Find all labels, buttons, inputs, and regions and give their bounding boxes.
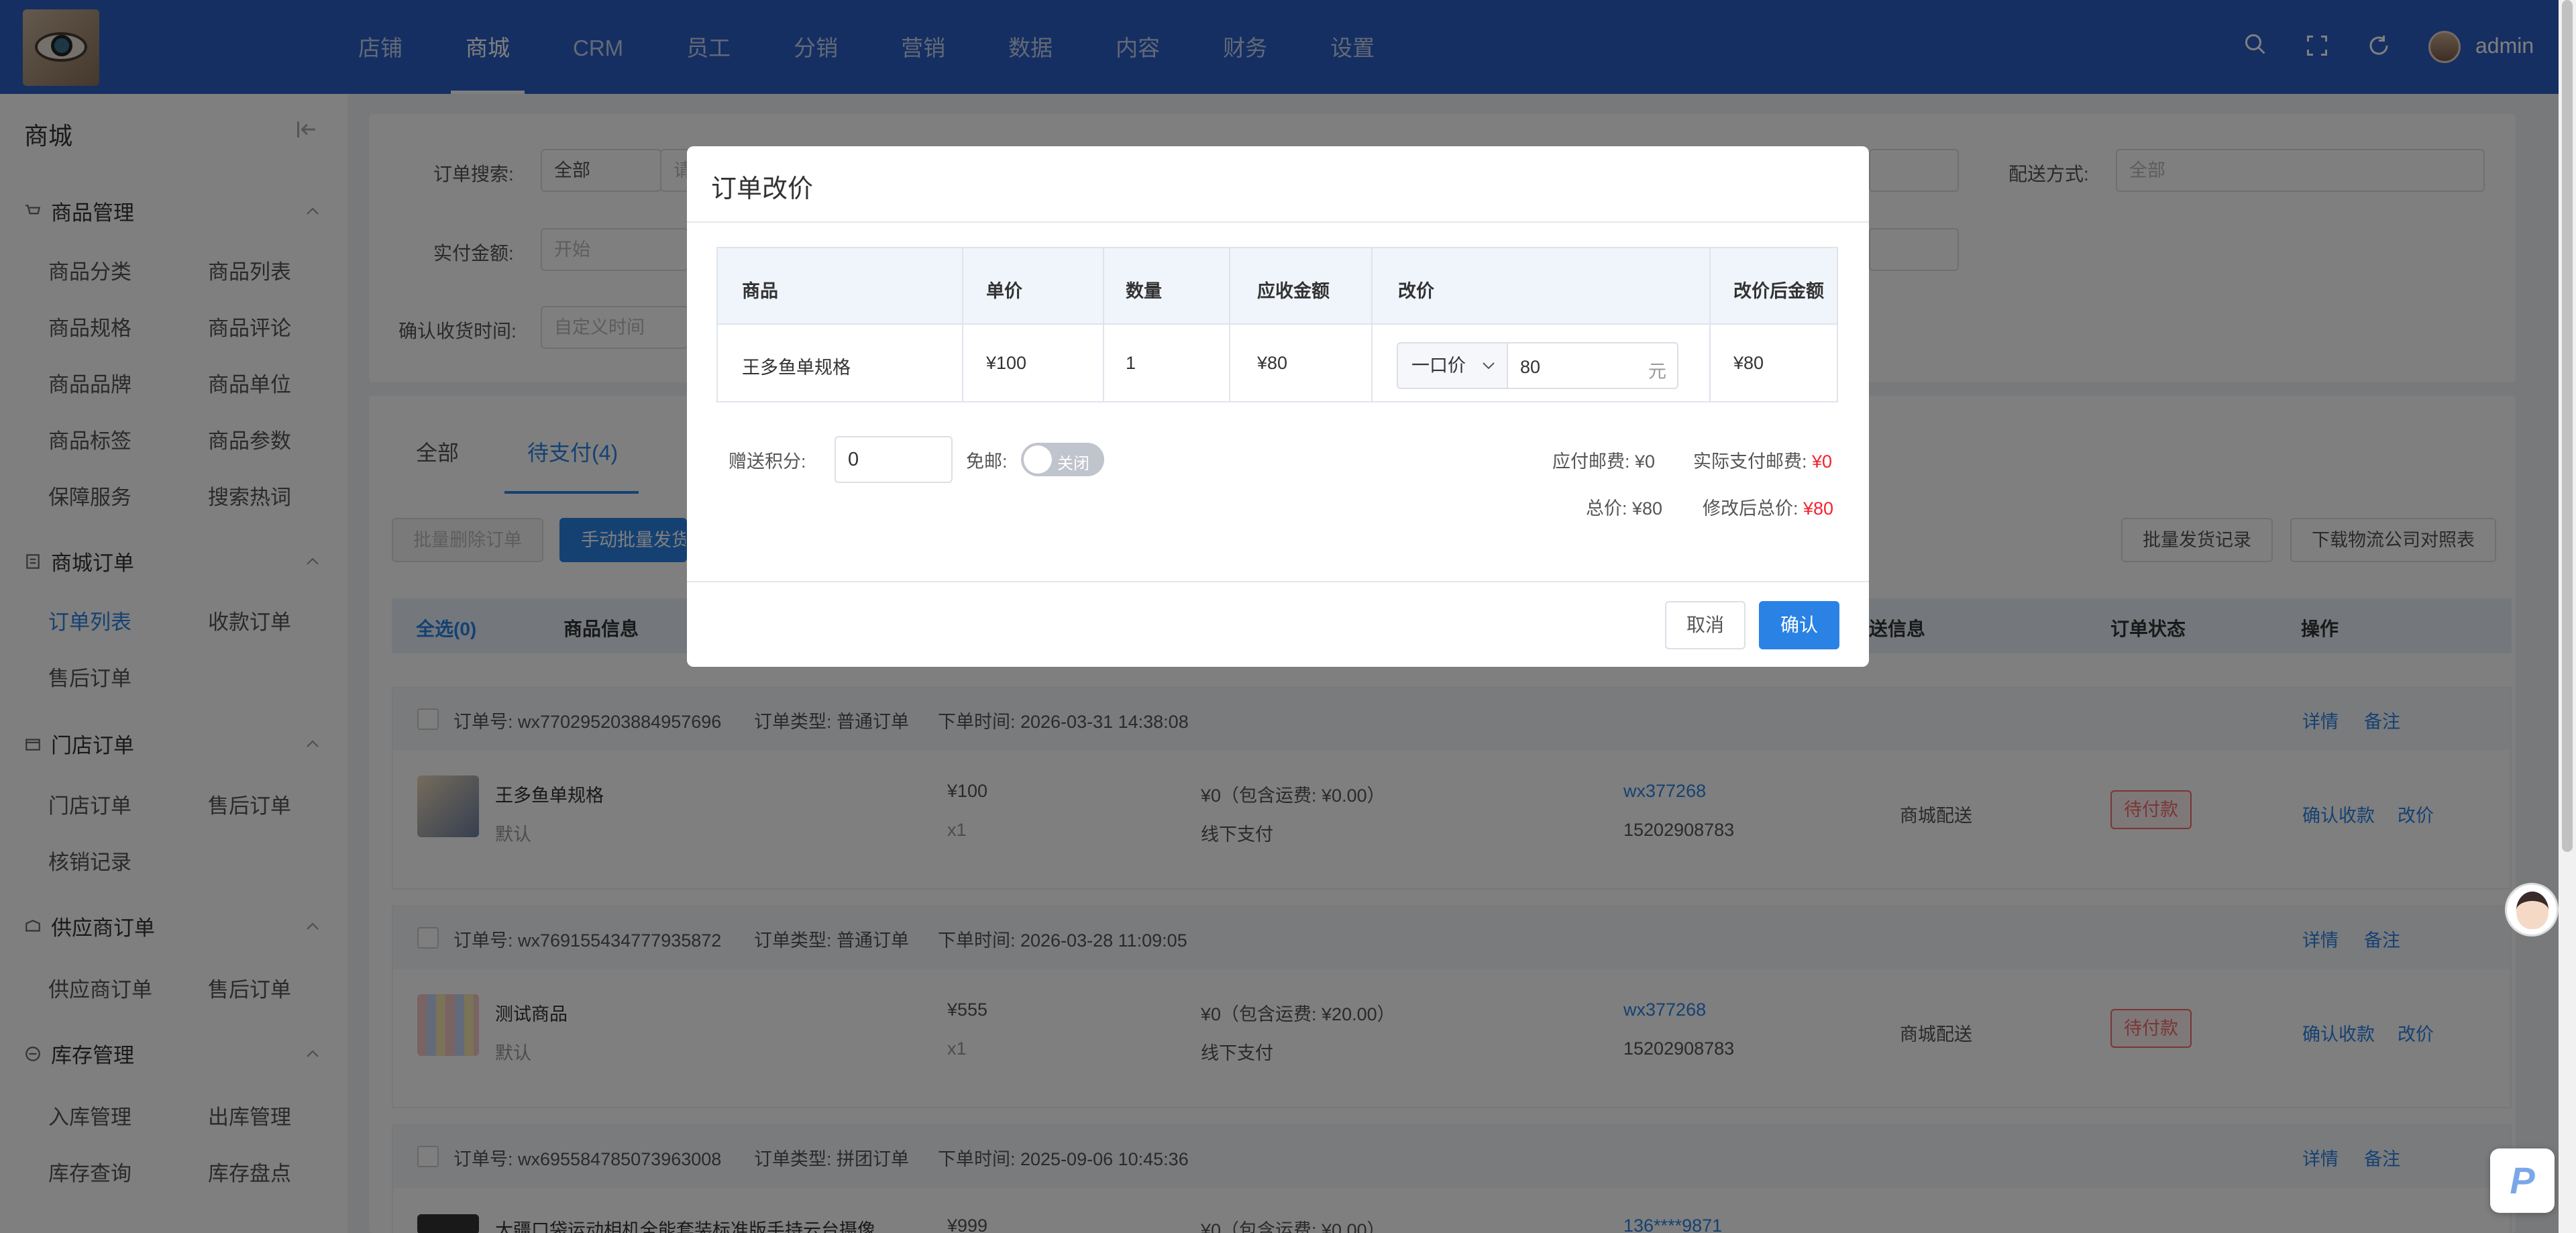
price-mode-select[interactable]: 一口价 [1397, 342, 1507, 389]
actual-shipping-fee: 实际支付邮费: ¥0 [1693, 447, 1832, 473]
chevron-down-icon [1483, 362, 1495, 370]
free-shipping-switch[interactable]: 关闭 [1021, 443, 1104, 476]
row-receivable: ¥80 [1257, 353, 1288, 373]
col-receivable: 应收金额 [1257, 281, 1330, 301]
scrollbar-thumb[interactable] [2562, 0, 2573, 852]
change-price-dialog: 订单改价 商品 单价 数量 应收金额 改价 改价后金额 王多鱼单规格 ¥100 … [687, 146, 1869, 667]
shipping-fee: 应付邮费: ¥0 [1552, 451, 1656, 472]
modified-total-value: ¥80 [1803, 498, 1834, 519]
price-input[interactable]: 80 元 [1507, 342, 1678, 389]
price-input-value: 80 [1520, 357, 1541, 377]
divider [687, 221, 1869, 223]
actual-shipping-label: 实际支付邮费: [1693, 451, 1813, 472]
total-price: 总价: ¥80 [1586, 498, 1663, 519]
col-qty: 数量 [1126, 281, 1162, 301]
cancel-button[interactable]: 取消 [1665, 601, 1746, 649]
divider [687, 581, 1869, 582]
col-divider [1229, 248, 1230, 401]
support-avatar-button[interactable] [2505, 883, 2559, 936]
price-input-unit: 元 [1648, 362, 1666, 382]
confirm-button[interactable]: 确认 [1759, 601, 1840, 649]
points-input[interactable]: 0 [835, 436, 953, 483]
col-divider [1709, 248, 1711, 401]
row-after-amount: ¥80 [1733, 353, 1764, 373]
col-divider [1371, 248, 1373, 401]
switch-text: 关闭 [1057, 455, 1089, 473]
row-qty: 1 [1126, 353, 1136, 373]
free-shipping-label: 免邮: [966, 451, 1008, 472]
col-divider [1103, 248, 1104, 401]
modified-total-label: 修改后总价: [1703, 498, 1804, 519]
row-product: 王多鱼单规格 [742, 358, 851, 378]
col-after-amount: 改价后金额 [1733, 281, 1824, 301]
points-label: 赠送积分: [729, 451, 806, 472]
row-unit-price: ¥100 [986, 353, 1027, 373]
col-product: 商品 [742, 281, 778, 301]
page-scrollbar[interactable] [2559, 0, 2576, 1233]
assistant-p-icon[interactable]: P [2490, 1148, 2555, 1213]
col-unit-price: 单价 [986, 281, 1022, 301]
switch-knob [1024, 445, 1052, 474]
actual-shipping-value: ¥0 [1812, 451, 1833, 472]
col-divider [962, 248, 963, 401]
dialog-title: 订单改价 [711, 175, 814, 203]
modified-total: 修改后总价: ¥80 [1703, 494, 1833, 520]
col-change-price: 改价 [1398, 281, 1434, 301]
price-mode-value: 一口价 [1411, 356, 1466, 376]
